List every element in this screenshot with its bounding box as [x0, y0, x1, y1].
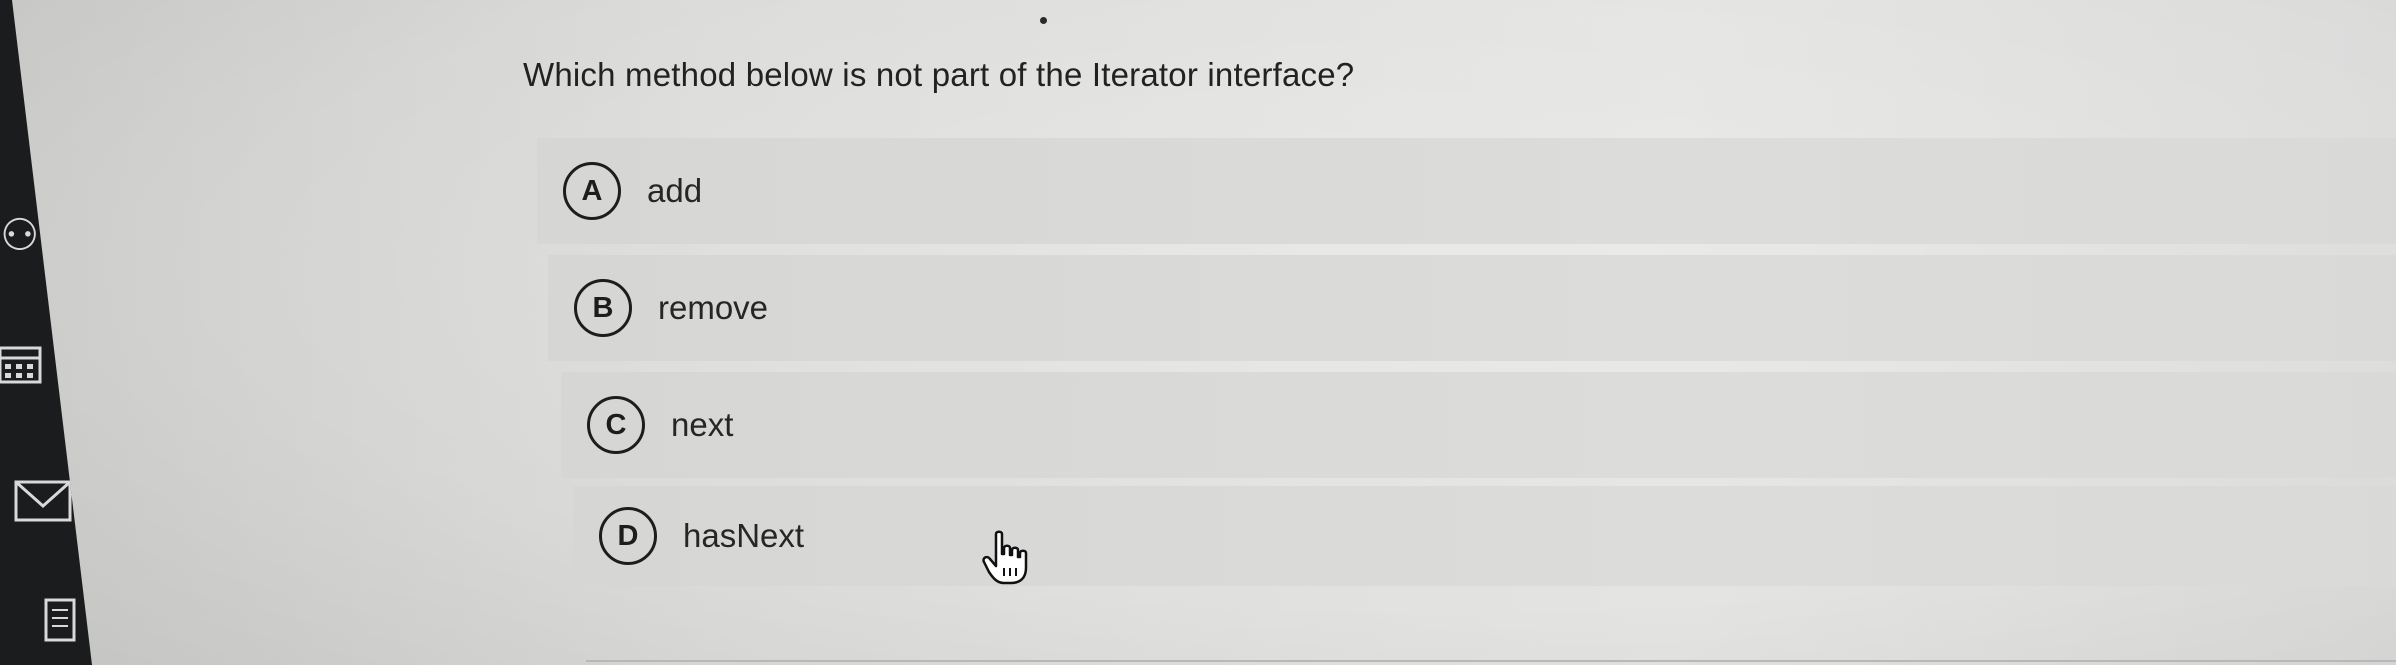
answer-option-c[interactable]: C next: [561, 372, 2396, 478]
answer-option-a[interactable]: A add: [537, 138, 2396, 244]
answer-option-d[interactable]: D hasNext: [573, 486, 2396, 586]
answer-option-b[interactable]: B remove: [548, 255, 2396, 361]
option-label: remove: [658, 289, 769, 326]
question-text: Which method below is not part of the It…: [523, 56, 1355, 93]
option-label: next: [671, 406, 734, 443]
option-label: hasNext: [683, 517, 805, 554]
mail-icon[interactable]: [14, 478, 72, 524]
option-letter-badge: C: [587, 396, 645, 454]
calendar-icon[interactable]: [0, 340, 44, 386]
document-icon[interactable]: [42, 596, 78, 644]
option-letter-badge: A: [563, 162, 621, 220]
option-letter-badge: D: [599, 507, 657, 565]
option-letter-badge: B: [574, 279, 632, 337]
option-label: add: [647, 172, 703, 209]
decorative-dot: [1040, 17, 1047, 24]
left-sidebar: ⚇: [0, 0, 92, 665]
divider: [586, 660, 2396, 662]
hand-pointer-icon: [982, 530, 1028, 585]
people-icon[interactable]: ⚇: [0, 210, 39, 261]
